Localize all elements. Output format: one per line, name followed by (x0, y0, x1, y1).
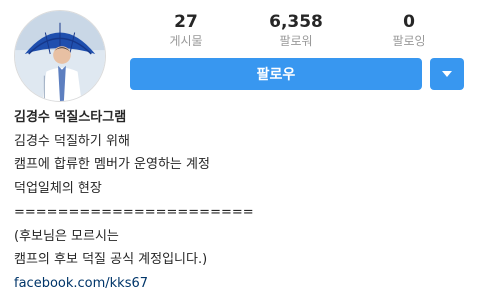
stat-followers[interactable]: 6,358 팔로워 (251, 12, 341, 49)
following-count: 0 (403, 12, 415, 32)
profile-bio: 김경수 덕질스타그램 김경수 덕질하기 위해 캠프에 합류한 멤버가 운영하는 … (14, 106, 470, 296)
bio-line: 캠프의 후보 덕질 공식 계정입니다.) (14, 252, 208, 268)
bio-website-link[interactable]: facebook.com/kks67 (14, 272, 470, 296)
follow-button[interactable]: 팔로우 (130, 58, 422, 90)
posts-label: 게시물 (169, 34, 203, 48)
suggestions-dropdown-button[interactable] (430, 58, 464, 90)
posts-count: 27 (174, 12, 198, 32)
bio-line: 김경수 덕질하기 위해 (14, 133, 130, 149)
bio-divider-line: ====================== (14, 204, 254, 220)
profile-name: 김경수 덕질스타그램 (14, 110, 127, 125)
following-label: 팔로잉 (392, 34, 426, 48)
chevron-down-icon (442, 71, 452, 77)
stat-following[interactable]: 0 팔로잉 (364, 12, 454, 49)
avatar-photo (15, 11, 105, 101)
bio-line: 덕업일체의 현장 (14, 181, 102, 197)
stat-posts[interactable]: 27 게시물 (141, 12, 231, 49)
bio-line: (후보님은 모르시는 (14, 228, 119, 244)
followers-label: 팔로워 (279, 34, 313, 48)
profile-avatar[interactable] (14, 10, 106, 102)
followers-count: 6,358 (269, 12, 323, 32)
bio-line: 캠프에 합류한 멤버가 운영하는 계정 (14, 157, 210, 173)
